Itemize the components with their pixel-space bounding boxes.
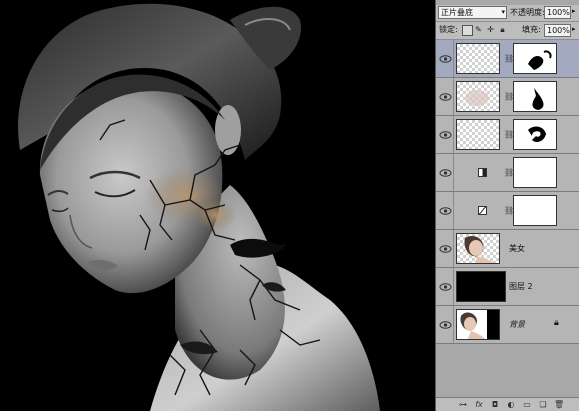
mask-shape-icon — [532, 88, 544, 110]
layer-mask-thumbnail[interactable] — [513, 81, 557, 112]
layer-row[interactable]: 背景 🔒︎ — [436, 306, 579, 344]
layer-mask-thumbnail[interactable] — [513, 119, 557, 150]
fill-value: 100% — [547, 26, 570, 35]
link-chain-icon[interactable]: ⛓ — [504, 168, 514, 178]
eye-icon[interactable] — [439, 320, 452, 330]
opacity-arrow-icon[interactable]: ▸ — [572, 6, 576, 17]
fill-label: 填充: — [522, 25, 541, 34]
link-chain-icon[interactable]: ⛓ — [504, 130, 514, 140]
link-chain-icon[interactable]: ⛓ — [504, 206, 514, 216]
eye-icon[interactable] — [439, 282, 452, 292]
visibility-cell[interactable] — [436, 268, 454, 305]
visibility-cell[interactable] — [436, 230, 454, 267]
chevron-down-icon: ▾ — [501, 8, 505, 16]
layer-name[interactable]: 图层 2 — [509, 281, 533, 292]
visibility-cell[interactable] — [436, 192, 454, 229]
layers-panel-footer: ⊶ fx ◘ ◐ ▭ ❏ 🗑︎ — [436, 397, 579, 411]
visibility-cell[interactable] — [436, 154, 454, 191]
layer-mask-thumbnail[interactable] — [513, 43, 557, 74]
visibility-cell[interactable] — [436, 306, 454, 343]
lock-label: 锁定: — [439, 25, 458, 34]
visibility-cell[interactable] — [436, 78, 454, 115]
eye-icon[interactable] — [439, 130, 452, 140]
opacity-label: 不透明度: — [510, 8, 545, 17]
link-icon[interactable]: ⊶ — [458, 400, 468, 409]
layer-thumbnail — [456, 119, 500, 150]
layer-mask-thumbnail[interactable] — [513, 157, 557, 188]
blend-mode-value: 正片叠底 — [441, 8, 473, 17]
fx-icon[interactable]: fx — [474, 400, 484, 409]
layer-row[interactable]: ⛓ — [436, 40, 579, 78]
layer-row[interactable]: ⛓ — [436, 116, 579, 154]
layer-row[interactable]: 美女 — [436, 230, 579, 268]
layer-mask-thumbnail[interactable] — [513, 195, 557, 226]
mask-shape-icon — [528, 126, 546, 142]
cracked-portrait-image — [18, 3, 380, 411]
lock-fill-row: 锁定: ✎ ✛ 🔒︎ 填充: 100% ▸ — [436, 22, 579, 40]
layer-thumbnail — [456, 43, 500, 74]
blend-mode-dropdown[interactable]: 正片叠底 ▾ — [438, 6, 507, 19]
eye-icon[interactable] — [439, 244, 452, 254]
eye-icon[interactable] — [439, 54, 452, 64]
layer-row[interactable]: ⛓ — [436, 192, 579, 230]
layer-row[interactable]: ⛓ — [436, 78, 579, 116]
layer-row[interactable]: ⛓ — [436, 154, 579, 192]
lock-image-pixels-icon[interactable]: ✎ — [474, 25, 483, 34]
layer-name[interactable]: 美女 — [509, 243, 525, 254]
layer-row[interactable]: 图层 2 — [436, 268, 579, 306]
trash-icon[interactable]: 🗑︎ — [554, 400, 564, 409]
add-mask-icon[interactable]: ◘ — [490, 400, 500, 409]
link-chain-icon[interactable]: ⛓ — [504, 54, 514, 64]
layers-panel: 正片叠底 ▾ 不透明度: 100% ▸ 锁定: ✎ ✛ 🔒︎ 填充: 100% … — [435, 0, 579, 411]
opacity-value: 100% — [547, 8, 570, 17]
opacity-field[interactable]: 100% — [544, 6, 571, 19]
mask-shape-icon — [528, 50, 552, 70]
eye-icon[interactable] — [439, 206, 452, 216]
fill-arrow-icon[interactable]: ▸ — [572, 24, 576, 35]
layer-name[interactable]: 背景 — [509, 319, 525, 330]
group-icon[interactable]: ▭ — [522, 400, 532, 409]
layers-empty-area[interactable] — [436, 344, 579, 397]
layer-thumbnail — [456, 309, 500, 340]
adjustment-icon[interactable]: ◐ — [506, 400, 516, 409]
visibility-cell[interactable] — [436, 40, 454, 77]
document-canvas[interactable] — [0, 0, 435, 411]
layer-thumbnail — [456, 233, 500, 264]
eye-icon[interactable] — [439, 168, 452, 178]
lock-transparent-pixels-icon[interactable] — [462, 25, 473, 36]
blend-opacity-row: 正片叠底 ▾ 不透明度: 100% ▸ — [436, 5, 579, 22]
curves-adjustment-icon — [478, 206, 487, 215]
layer-thumbnail — [456, 81, 500, 112]
lock-all-icon[interactable]: 🔒︎ — [498, 25, 507, 34]
lock-position-icon[interactable]: ✛ — [486, 25, 495, 34]
visibility-cell[interactable] — [436, 116, 454, 153]
lock-icon: 🔒︎ — [554, 318, 559, 328]
link-chain-icon[interactable]: ⛓ — [504, 92, 514, 102]
eye-icon[interactable] — [439, 92, 452, 102]
fill-field[interactable]: 100% — [544, 24, 571, 37]
layer-thumbnail — [456, 271, 506, 302]
new-layer-icon[interactable]: ❏ — [538, 400, 548, 409]
levels-adjustment-icon — [478, 168, 487, 177]
